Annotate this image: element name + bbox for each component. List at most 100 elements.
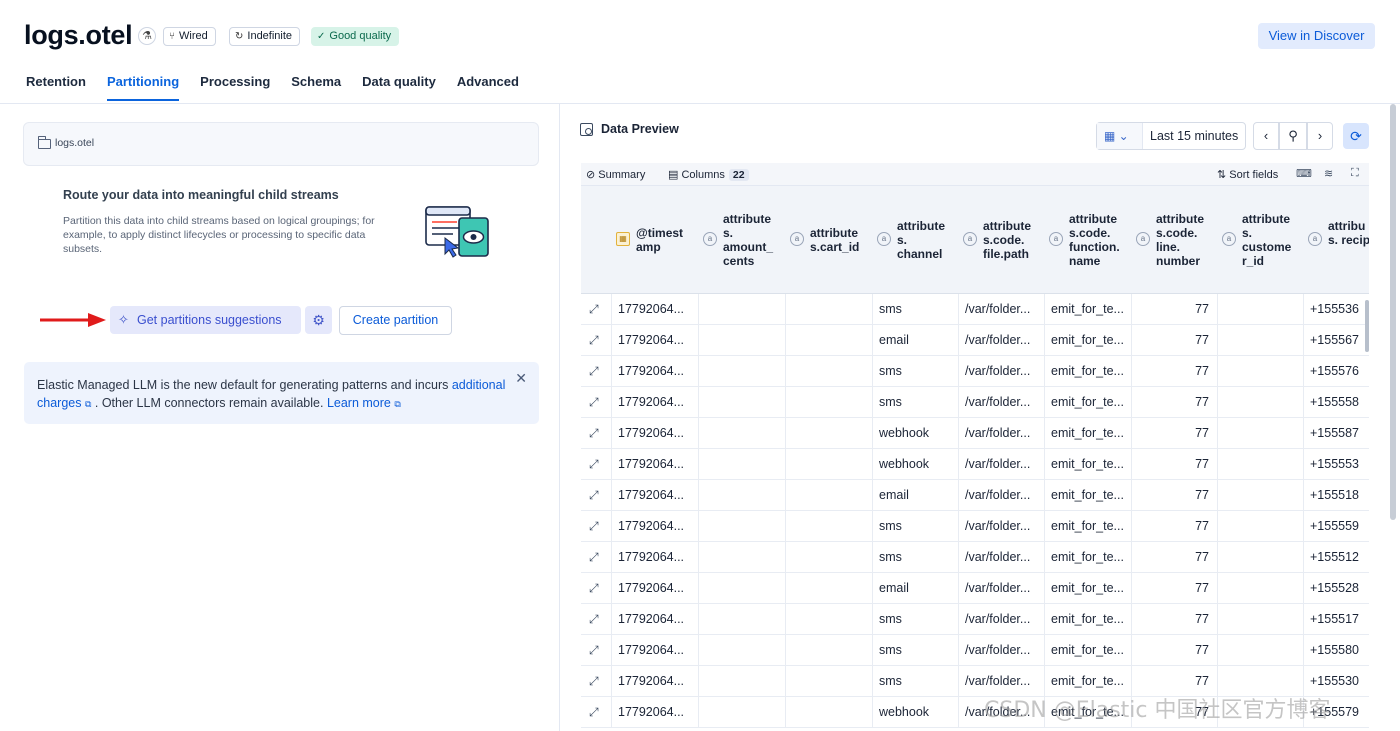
- zoom-out-button[interactable]: ⚲: [1279, 122, 1307, 150]
- table-row[interactable]: ⤢ 17792064... email/var/folder... emit_for_…: [581, 573, 1369, 604]
- cell-channel: sms: [872, 387, 958, 418]
- cell-cart-id: [785, 387, 872, 418]
- annotation-arrow: [40, 313, 106, 327]
- chevron-right-icon: ›: [1317, 128, 1323, 143]
- column-header-cart-id[interactable]: a attribute s.cart_id: [785, 186, 872, 293]
- column-header-amount-cents[interactable]: a attribute s. amount_ cents: [698, 186, 785, 293]
- partitioning-panel: logs.otel Route your data into meaningfu…: [0, 104, 560, 731]
- cell-recipient: +155580: [1303, 635, 1369, 666]
- cell-channel: sms: [872, 356, 958, 387]
- table-row[interactable]: ⤢ 17792064... sms/var/folder... emit_for_te…: [581, 511, 1369, 542]
- column-header-code-function-name[interactable]: a attribute s.code. function. name: [1044, 186, 1131, 293]
- expand-row-icon[interactable]: ⤢: [581, 604, 611, 635]
- cell-recipient: +155558: [1303, 387, 1369, 418]
- flask-icon[interactable]: ⚗: [138, 27, 156, 45]
- cell-channel: sms: [872, 294, 958, 325]
- cell-amount-cents: [698, 697, 785, 728]
- summary-toggle[interactable]: ⊘ Summary: [586, 168, 645, 181]
- cell-function-name: emit_for_te...: [1044, 511, 1131, 542]
- table-icon: ▤: [668, 169, 682, 181]
- expand-row-icon[interactable]: ⤢: [581, 294, 611, 325]
- table-row[interactable]: ⤢ 17792064... webhook/var/folder... emit_fo…: [581, 418, 1369, 449]
- magnify-icon: ⚲: [1288, 128, 1298, 143]
- column-header-timestamp[interactable]: ▦ @timest amp: [611, 186, 698, 293]
- cell-timestamp: 17792064...: [611, 387, 698, 418]
- page-scrollbar[interactable]: [1390, 104, 1396, 520]
- table-row[interactable]: ⤢ 17792064... email/var/folder... emit_for_…: [581, 325, 1369, 356]
- suggestions-settings-button[interactable]: ⚙: [305, 306, 332, 334]
- expand-row-icon[interactable]: ⤢: [581, 697, 611, 728]
- table-row[interactable]: ⤢ 17792064... sms/var/folder... emit_for_te…: [581, 387, 1369, 418]
- folder-icon: [38, 136, 51, 149]
- cell-function-name: emit_for_te...: [1044, 480, 1131, 511]
- expand-row-icon[interactable]: ⤢: [581, 387, 611, 418]
- stream-root-node[interactable]: logs.otel: [23, 122, 539, 166]
- tab-partitioning[interactable]: Partitioning: [106, 74, 180, 101]
- get-partition-suggestions-button[interactable]: ✧ Get partitions suggestions: [110, 306, 301, 334]
- cell-recipient: +155518: [1303, 480, 1369, 511]
- tab-retention[interactable]: Retention: [26, 74, 86, 101]
- expand-row-icon[interactable]: ⤢: [581, 325, 611, 356]
- cell-channel: webhook: [872, 697, 958, 728]
- cell-line-number: 77: [1131, 356, 1217, 387]
- expand-row-icon[interactable]: ⤢: [581, 356, 611, 387]
- column-header-code-file-path[interactable]: a attribute s.code. file.path: [958, 186, 1044, 293]
- cell-timestamp: 17792064...: [611, 697, 698, 728]
- quality-badge: ✓ Good quality: [311, 27, 400, 46]
- string-type-icon: a: [963, 232, 977, 246]
- expand-row-icon[interactable]: ⤢: [581, 666, 611, 697]
- previous-range-button[interactable]: ‹: [1253, 122, 1279, 150]
- tab-data-quality[interactable]: Data quality: [362, 74, 436, 101]
- external-link-icon: ⧉: [394, 399, 401, 409]
- time-range-picker[interactable]: ▦ ⌄ Last 15 minutes: [1096, 122, 1246, 150]
- expand-row-icon[interactable]: ⤢: [581, 480, 611, 511]
- cell-channel: webhook: [872, 418, 958, 449]
- column-header-customer-id[interactable]: a attribute s. custome r_id: [1217, 186, 1303, 293]
- table-row[interactable]: ⤢ 17792064... sms/var/folder... emit_for_te…: [581, 635, 1369, 666]
- column-header-code-line-number[interactable]: a attribute s.code. line. number: [1131, 186, 1217, 293]
- string-type-icon: a: [1222, 232, 1236, 246]
- data-preview-icon: [580, 123, 593, 136]
- refresh-button[interactable]: ⟳: [1343, 123, 1369, 149]
- expand-row-icon[interactable]: ⤢: [581, 449, 611, 480]
- column-header-recipient[interactable]: a attribu s. recipi: [1303, 186, 1369, 293]
- cell-function-name: emit_for_te...: [1044, 542, 1131, 573]
- next-range-button[interactable]: ›: [1307, 122, 1333, 150]
- tab-advanced[interactable]: Advanced: [457, 74, 519, 101]
- create-partition-button[interactable]: Create partition: [339, 306, 452, 335]
- table-row[interactable]: ⤢ 17792064... webhook/var/folder... emit_fo…: [581, 449, 1369, 480]
- table-row[interactable]: ⤢ 17792064... sms/var/folder... emit_for_te…: [581, 356, 1369, 387]
- view-in-discover-button[interactable]: View in Discover: [1258, 23, 1375, 49]
- columns-button[interactable]: ▤ Columns 22: [668, 168, 749, 181]
- table-row[interactable]: ⤢ 17792064... sms/var/folder... emit_for_te…: [581, 542, 1369, 573]
- table-row[interactable]: ⤢ 17792064... email/var/folder... emit_for_…: [581, 480, 1369, 511]
- columns-count: 22: [728, 169, 749, 181]
- cell-cart-id: [785, 418, 872, 449]
- fullscreen-icon[interactable]: ⛶: [1351, 167, 1359, 180]
- expand-row-icon[interactable]: ⤢: [581, 573, 611, 604]
- tab-schema[interactable]: Schema: [291, 74, 341, 101]
- cell-channel: sms: [872, 542, 958, 573]
- column-header-channel[interactable]: a attribute s. channel: [872, 186, 958, 293]
- expand-row-icon[interactable]: ⤢: [581, 542, 611, 573]
- close-icon[interactable]: ✕: [515, 369, 527, 387]
- column-header-label: attribute s.code. line. number: [1156, 212, 1204, 268]
- expand-row-icon[interactable]: ⤢: [581, 635, 611, 666]
- cell-customer-id: [1217, 294, 1303, 325]
- learn-more-link[interactable]: Learn more: [327, 396, 391, 410]
- expand-row-icon[interactable]: ⤢: [581, 511, 611, 542]
- table-row[interactable]: ⤢ 17792064... sms/var/folder... emit_for_te…: [581, 294, 1369, 325]
- tab-processing[interactable]: Processing: [200, 74, 270, 101]
- calendar-dropdown-icon[interactable]: ▦ ⌄: [1097, 123, 1143, 149]
- sort-fields-button[interactable]: ⇅ Sort fields: [1217, 168, 1278, 181]
- grid-scrollbar[interactable]: [1365, 300, 1369, 352]
- get-partition-suggestions-label: Get partitions suggestions: [137, 313, 282, 327]
- display-settings-icon[interactable]: ≋: [1324, 167, 1333, 180]
- cell-channel: sms: [872, 635, 958, 666]
- cell-line-number: 77: [1131, 604, 1217, 635]
- expand-row-icon[interactable]: ⤢: [581, 418, 611, 449]
- cell-channel: email: [872, 325, 958, 356]
- keyboard-icon[interactable]: ⌨: [1296, 167, 1312, 180]
- time-range-label: Last 15 minutes: [1150, 129, 1239, 143]
- table-row[interactable]: ⤢ 17792064... sms/var/folder... emit_for_te…: [581, 604, 1369, 635]
